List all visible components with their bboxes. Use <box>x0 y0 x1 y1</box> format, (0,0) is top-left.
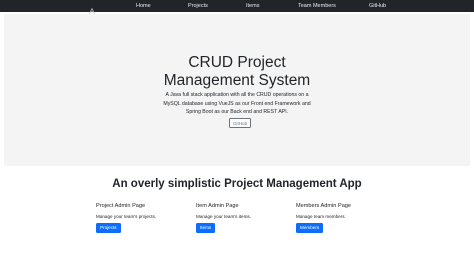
card-text: Manage your team's items. <box>196 214 252 219</box>
card-text: Manage your team's projects. <box>96 214 157 219</box>
nav-link-projects[interactable]: Projects <box>188 0 208 12</box>
card-title: Project Admin Page <box>96 203 146 209</box>
members-admin-card: Members Admin Page Manage team members. … <box>296 203 406 237</box>
members-button[interactable]: Members <box>296 223 324 233</box>
nav-link-team-members[interactable]: Team Members <box>298 0 336 12</box>
nav-link-items[interactable]: Items <box>246 0 259 12</box>
card-title: Members Admin Page <box>296 203 352 209</box>
item-admin-card: Item Admin Page Manage your team's items… <box>196 203 306 237</box>
card-title: Item Admin Page <box>196 203 239 209</box>
hero-jumbotron: CRUD Project Management System A Java fu… <box>4 14 470 166</box>
hero-description-line-1: A Java full stack application with all t… <box>165 92 309 98</box>
card-text: Manage team members. <box>296 214 346 219</box>
hero-title-line-1: CRUD Project <box>188 54 286 71</box>
top-navbar: Home Projects Items Team Members GitHub <box>0 0 474 14</box>
hero-title: CRUD Project Management System <box>4 54 470 89</box>
nav-link-home[interactable]: Home <box>136 0 151 12</box>
projects-button[interactable]: Projects <box>96 223 121 233</box>
hero-description-line-2: MySQL database using VueJS as our Front … <box>163 100 311 107</box>
app-logo-icon[interactable] <box>88 2 96 14</box>
hero-description-line-3: Spring Boot as our Back end and REST API… <box>185 109 289 116</box>
github-button[interactable]: GitHub <box>229 118 251 128</box>
hero-description: A Java full stack application with all t… <box>154 91 320 117</box>
nav-link-github[interactable]: GitHub <box>369 0 386 12</box>
items-button[interactable]: Items <box>196 223 216 233</box>
hero-title-line-2: Management System <box>163 71 311 89</box>
project-admin-card: Project Admin Page Manage your team's pr… <box>96 203 206 237</box>
section-title: An overly simplistic Project Management … <box>112 178 362 190</box>
